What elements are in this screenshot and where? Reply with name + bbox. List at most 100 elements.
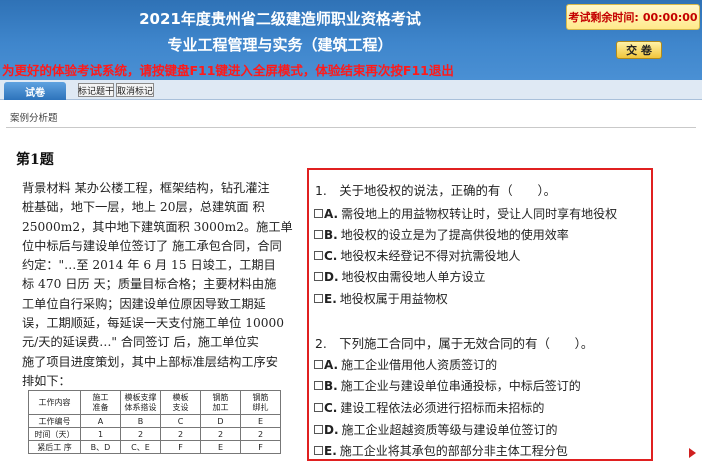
material-line: 误，工期顺延，每延误一天支付施工单位 10000	[22, 316, 285, 331]
checkbox[interactable]	[314, 403, 323, 412]
material-line: 元/天的延误费…" 合同签订 后，施工单位实	[22, 335, 259, 350]
table-cell: D	[200, 414, 241, 428]
option-key: E.	[324, 291, 337, 306]
material-line: 标 470 日历 天；质量目标合格；主要材料由施	[22, 277, 277, 292]
timer-label: 考试剩余时间:	[568, 11, 639, 24]
table-cell: 2	[120, 427, 161, 441]
option-b[interactable]: B. 地役权的设立是为了提高供役地的使用效率	[314, 226, 569, 243]
checkbox[interactable]	[314, 230, 323, 239]
table-header-row: 工作内容 施工 准备 模板支撑 体系搭设 模板 支设 钢筋 加工 钢筋 绑扎	[28, 390, 281, 415]
checkbox[interactable]	[314, 425, 323, 434]
option-key: C.	[324, 248, 338, 263]
material-line: 约定："…至 2014 年 6 月 15 日竣工，工期目	[22, 258, 276, 273]
section-label: 案例分析题	[10, 113, 58, 124]
table-header-cell: 模板 支设	[160, 390, 201, 415]
timer-value: 00:00:00	[642, 10, 698, 24]
countdown-timer: 考试剩余时间: 00:00:00	[566, 4, 700, 30]
background-material: 背景材料 某办公楼工程，框架结构，钻孔灌注 桩基础，地下一层，地上 20层，总建…	[22, 179, 293, 391]
option-key: B.	[324, 378, 338, 393]
table-cell: 2	[160, 427, 201, 441]
option-text: 建设工程依法必须进行招标而未招标的	[340, 401, 545, 415]
option-text: 地役权的设立是为了提高供役地的使用效率	[340, 228, 569, 242]
option-text: 施工企业超越资质等级与建设单位签订的	[341, 423, 558, 437]
table-header-cell: 模板支撑 体系搭设	[120, 390, 161, 415]
exam-title: 2021年度贵州省二级建造师职业资格考试	[139, 10, 421, 28]
option-e[interactable]: E. 地役权属于用益物权	[314, 290, 448, 307]
option-text: 需役地上的用益物权转让时，受让人同时享有地役权	[341, 207, 618, 221]
unmark-question-button[interactable]: 取消标记	[116, 83, 154, 97]
option-key: E.	[324, 443, 337, 458]
table-cell: E	[240, 414, 281, 428]
table-cell: 2	[200, 427, 241, 441]
divider	[6, 127, 696, 128]
checkbox[interactable]	[314, 294, 323, 303]
table-cell: F	[240, 440, 281, 454]
fullscreen-notice: 为更好的体验考试系统，请按键盘F11键进入全屏模式，体验结束再次按F11退出	[2, 63, 454, 78]
process-schedule-table: 工作内容 施工 准备 模板支撑 体系搭设 模板 支设 钢筋 加工 钢筋 绑扎 工…	[28, 390, 281, 454]
material-line: 桩基础，地下一层，地上 20层，总建筑面 积	[22, 200, 265, 215]
question-stem: 1. 关于地役权的说法，正确的有（ ）。	[315, 183, 557, 198]
checkbox[interactable]	[314, 360, 323, 369]
table-cell: B、D	[80, 440, 121, 454]
option-c[interactable]: C. 地役权未经登记不得对抗需役地人	[314, 247, 520, 264]
table-header-cell: 施工 准备	[80, 390, 121, 415]
exam-header: 2021年度贵州省二级建造师职业资格考试 专业工程管理与实务（建筑工程） 为更好…	[0, 0, 702, 80]
option-key: D.	[324, 269, 339, 284]
table-row: 紧后工 序 B、D C、E F E F	[28, 440, 281, 454]
option-key: A.	[324, 206, 339, 221]
table-cell: 2	[240, 427, 281, 441]
option-key: A.	[324, 357, 339, 372]
table-cell: 时间（天）	[28, 427, 81, 441]
scroll-right-arrow-icon[interactable]	[689, 448, 696, 458]
table-header-cell: 钢筋 绑扎	[240, 390, 281, 415]
option-text: 地役权未经登记不得对抗需役地人	[340, 249, 521, 263]
table-cell: E	[200, 440, 241, 454]
option-text: 施工企业借用他人资质签订的	[341, 358, 498, 372]
option-text: 施工企业与建设单位串通投标，中标后签订的	[340, 379, 581, 393]
checkbox[interactable]	[314, 251, 323, 260]
mark-question-button[interactable]: 标记题干	[78, 83, 114, 97]
table-cell: C	[160, 414, 201, 428]
checkbox[interactable]	[314, 272, 323, 281]
table-cell: F	[160, 440, 201, 454]
checkbox[interactable]	[314, 446, 323, 455]
option-d[interactable]: D. 施工企业超越资质等级与建设单位签订的	[314, 421, 558, 438]
toolbar: 试卷 标记题干 取消标记	[0, 80, 702, 100]
tab-exam-paper[interactable]: 试卷	[4, 82, 66, 100]
checkbox[interactable]	[314, 381, 323, 390]
material-line: 位中标后与建设单位签订了 施工承包合同，合同	[22, 238, 282, 253]
option-b[interactable]: B. 施工企业与建设单位串通投标，中标后签订的	[314, 377, 581, 394]
table-cell: 工作编号	[28, 414, 81, 428]
table-row: 时间（天） 1 2 2 2 2	[28, 427, 281, 441]
material-line: 施了项目进度策划，其中上部标准层结构工序安	[22, 354, 278, 369]
option-text: 地役权由需役地人单方设立	[341, 270, 486, 284]
option-text: 地役权属于用益物权	[339, 292, 448, 306]
question-panel: 1. 关于地役权的说法，正确的有（ ）。 A. 需役地上的用益物权转让时，受让人同…	[307, 168, 653, 461]
material-line: 背景材料 某办公楼工程，框架结构，钻孔灌注	[22, 181, 270, 195]
material-line: 排如下：	[22, 373, 71, 388]
table-header-cell: 钢筋 加工	[200, 390, 241, 415]
option-key: C.	[324, 400, 338, 415]
table-cell: A	[80, 414, 121, 428]
option-c[interactable]: C. 建设工程依法必须进行招标而未招标的	[314, 399, 544, 416]
option-e[interactable]: E. 施工企业将其承包的部部分非主体工程分包	[314, 442, 568, 459]
option-a[interactable]: A. 施工企业借用他人资质签订的	[314, 356, 497, 373]
table-cell: B	[120, 414, 161, 428]
option-text: 施工企业将其承包的部部分非主体工程分包	[339, 444, 568, 458]
exam-subtitle: 专业工程管理与实务（建筑工程）	[167, 36, 393, 54]
material-line: 工单位自行采购；因建设单位原因导致工期延	[22, 296, 266, 311]
table-cell: 紧后工 序	[28, 440, 81, 454]
option-d[interactable]: D. 地役权由需役地人单方设立	[314, 268, 486, 285]
option-key: B.	[324, 227, 338, 242]
submit-exam-button[interactable]: 交 卷	[616, 41, 662, 59]
material-line: 25000m2，其中地下建筑面积 3000m2。施工单	[22, 219, 293, 234]
checkbox[interactable]	[314, 209, 323, 218]
table-header-cell: 工作内容	[28, 390, 81, 415]
option-a[interactable]: A. 需役地上的用益物权转让时，受让人同时享有地役权	[314, 205, 617, 222]
option-key: D.	[324, 422, 339, 437]
question-stem: 2. 下列施工合同中，属于无效合同的有（ ）。	[315, 336, 594, 351]
table-row: 工作编号 A B C D E	[28, 414, 281, 428]
table-cell: C、E	[120, 440, 161, 454]
table-cell: 1	[80, 427, 121, 441]
question-number: 第1题	[16, 152, 54, 168]
